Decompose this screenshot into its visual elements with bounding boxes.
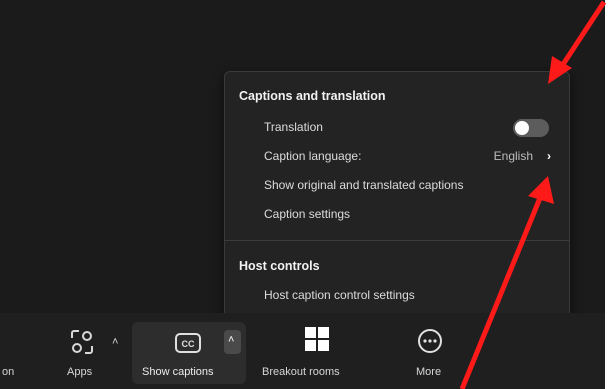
captions-options-button[interactable]: ˄	[224, 330, 241, 354]
cc-icon: CC	[175, 333, 201, 353]
show-captions-group: CC Show captions ˄	[132, 322, 246, 384]
more-button[interactable]: More	[404, 322, 460, 384]
menu-divider	[225, 240, 569, 241]
host-caption-control-label: Host caption control settings	[264, 288, 415, 302]
chevron-right-icon: ›	[547, 149, 551, 163]
toggle-knob	[515, 121, 529, 135]
captions-menu: Captions and translation Translation Cap…	[224, 71, 570, 318]
chevron-up-icon: ˄	[112, 336, 119, 348]
apps-options-button[interactable]: ˄	[112, 332, 126, 348]
right-edge-strip	[605, 0, 616, 389]
caption-language-value: English	[493, 149, 533, 163]
show-original-label: Show original and translated captions	[264, 178, 464, 192]
chevron-up-icon: ˄	[228, 334, 235, 346]
screenshot-stage: Captions and translation Translation Cap…	[0, 0, 616, 389]
caption-settings-item[interactable]: Caption settings	[225, 201, 569, 227]
breakout-rooms-button[interactable]: Breakout rooms	[256, 322, 376, 384]
translation-toggle[interactable]	[513, 119, 549, 137]
show-original-translated-item[interactable]: Show original and translated captions	[225, 172, 569, 198]
breakout-rooms-label: Breakout rooms	[262, 366, 340, 378]
caption-settings-label: Caption settings	[264, 207, 351, 221]
caption-language-label: Caption language:	[264, 149, 362, 163]
apps-label: Apps	[67, 366, 93, 378]
caption-language-item[interactable]: Caption language: English ›	[225, 143, 569, 169]
ellipsis-circle-icon	[418, 329, 442, 353]
show-captions-button[interactable]: CC Show captions	[132, 322, 220, 384]
apps-button[interactable]: Apps	[58, 322, 108, 384]
svg-text:CC: CC	[182, 339, 195, 349]
captions-translation-heading: Captions and translation	[239, 89, 386, 103]
show-captions-label: Show captions	[142, 366, 214, 378]
host-caption-control-item[interactable]: Host caption control settings	[225, 282, 569, 308]
apps-icon	[71, 330, 93, 354]
translation-item[interactable]: Translation	[225, 114, 569, 140]
partial-toolbar-label: on	[2, 366, 15, 378]
grid-icon	[305, 327, 329, 351]
translation-label: Translation	[264, 120, 323, 134]
more-label: More	[416, 366, 442, 378]
host-controls-heading: Host controls	[239, 259, 320, 273]
